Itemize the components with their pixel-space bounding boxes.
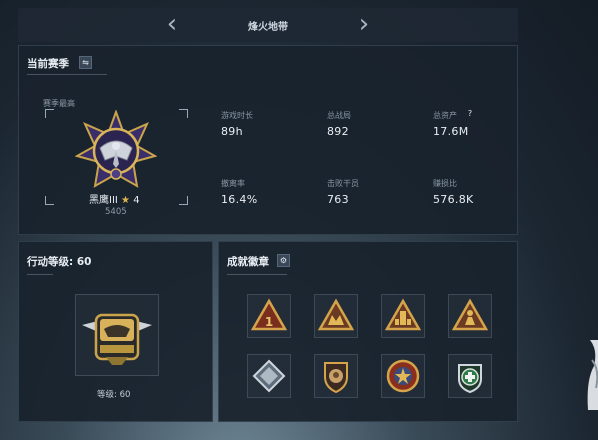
chevron-right-icon: › (358, 9, 370, 39)
star-emblem-badge-icon (386, 359, 420, 393)
level-emblem-frame (75, 294, 159, 376)
diamond-badge-icon (252, 359, 286, 393)
season-panel: 当前赛季 ⇋ 赛季最高 黑鹰III ★ 4 5405 游戏时长 89h 总战局 … (18, 45, 518, 235)
achievements-panel: 成就徽章 ⚙ 1 (218, 241, 518, 422)
achievement-badge-6[interactable] (314, 354, 358, 398)
rank-emblem-icon (75, 110, 157, 188)
swap-icon: ⇋ (82, 58, 89, 67)
stat-label-assets: 总资产 (433, 111, 457, 120)
stat-label-profit-ratio: 赚损比 (433, 179, 457, 188)
frame-corner (179, 109, 188, 118)
achievement-badge-5[interactable] (247, 354, 291, 398)
svg-text:1: 1 (265, 315, 273, 329)
achievements-title: 成就徽章 (227, 256, 269, 268)
frame-corner (45, 109, 54, 118)
rank-points: 5405 (105, 207, 127, 217)
shield-lion-badge-icon (324, 362, 348, 394)
achievement-badge-1[interactable]: 1 (247, 294, 291, 338)
triangle-badge-icon: 1 (250, 298, 288, 331)
stat-value-kills: 763 (327, 193, 349, 206)
title-underline (27, 74, 107, 75)
season-title: 当前赛季 (27, 58, 69, 70)
level-text: 等级: 60 (97, 390, 131, 400)
action-level-title: 行动等级: 60 (27, 256, 92, 268)
stat-value-matches: 892 (327, 125, 349, 138)
help-icon[interactable]: ? (465, 109, 475, 119)
character-figure (587, 340, 598, 410)
helicopter-emblem-icon (82, 313, 152, 365)
frame-corner (179, 196, 188, 205)
action-level-panel: 行动等级: 60 等级: 60 (18, 241, 213, 422)
stat-value-assets: 17.6M (433, 125, 469, 138)
stat-value-playtime: 89h (221, 125, 243, 138)
frame-corner (45, 196, 54, 205)
stat-label-playtime: 游戏时长 (221, 111, 253, 120)
rank-stars: 4 (133, 195, 140, 206)
achievement-badge-3[interactable] (381, 294, 425, 338)
season-toggle-button[interactable]: ⇋ (79, 56, 92, 69)
achievement-badge-2[interactable] (314, 294, 358, 338)
season-highest-label: 赛季最高 (43, 99, 75, 108)
stat-value-profit-ratio: 576.8K (433, 193, 474, 206)
achievement-badge-7[interactable] (381, 354, 425, 398)
stat-label-kills: 击败干员 (327, 179, 359, 188)
rank-name-row: 黑鹰III ★ 4 (89, 191, 140, 206)
gear-icon: ⚙ (279, 256, 288, 265)
stat-value-extract-rate: 16.4% (221, 193, 258, 206)
achievement-badge-8[interactable] (448, 354, 492, 398)
triangle-tower-badge-icon (384, 298, 422, 331)
rank-name: 黑鹰III (89, 195, 118, 206)
title-underline (27, 274, 53, 275)
achievements-settings-button[interactable]: ⚙ (277, 254, 290, 267)
star-icon: ★ (121, 195, 131, 206)
title-underline (227, 274, 287, 275)
next-page-button[interactable]: › (352, 9, 376, 39)
achievement-badge-4[interactable] (448, 294, 492, 338)
stat-label-extract-rate: 撤离率 (221, 179, 245, 188)
top-nav-bar: ‹ 烽火地带 › (18, 8, 518, 42)
triangle-hands-badge-icon (317, 298, 355, 331)
medical-cross-badge-icon (458, 364, 482, 394)
stat-label-matches: 总战局 (327, 111, 351, 120)
triangle-figure-badge-icon (451, 298, 489, 331)
page-title: 烽火地带 (248, 22, 288, 33)
